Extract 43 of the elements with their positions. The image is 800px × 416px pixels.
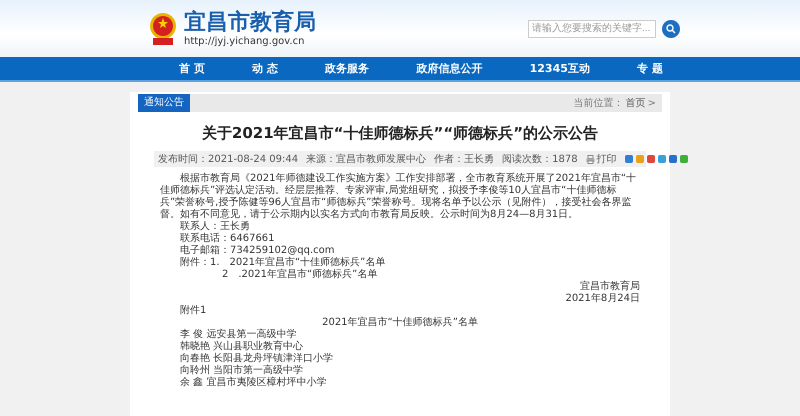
contact-line: 联系人：王长勇 xyxy=(179,221,251,232)
share-icon[interactable] xyxy=(680,155,688,163)
contact-line: 联系电话：6467661 xyxy=(179,233,276,244)
meta-text: 阅读次数：1878 xyxy=(502,152,578,166)
nav-item[interactable]: 首 页 xyxy=(175,59,209,78)
contact-line: 附件：1. 2021年宜昌市“十佳师德标兵”名单 xyxy=(179,257,386,268)
share-icon[interactable] xyxy=(646,155,655,163)
nav-item[interactable]: 12345互动 xyxy=(526,59,594,78)
nav-item[interactable]: 专 题 xyxy=(633,59,667,78)
breadcrumb-link[interactable]: 首页 xyxy=(626,96,646,110)
contact-line: 2 .2021年宜昌市“师德标兵”名单 xyxy=(221,269,378,281)
meta-text: 作者：王长勇 xyxy=(434,152,494,166)
name-line: 李 俊 远安县第一高级中学 xyxy=(179,329,298,340)
emblem-icon xyxy=(148,12,178,46)
name-line: 向春艳 长阳县龙舟坪镇津洋口小学 xyxy=(179,353,334,364)
print-link[interactable]: 打印 xyxy=(586,152,617,166)
meta-text: 发布时间：2021-08-24 09:44 xyxy=(158,152,298,166)
printer-icon xyxy=(586,154,595,164)
share-icon[interactable] xyxy=(624,155,633,163)
nav-item[interactable]: 政府信息公开 xyxy=(412,59,486,78)
search-field[interactable]: 请输入您要搜索的关键字... xyxy=(528,20,656,38)
signature-line: 2021年8月24日 xyxy=(564,293,640,305)
attachment-label: 附件1 xyxy=(179,305,208,317)
name-line: 向聆州 当阳市第一高级中学 xyxy=(179,365,304,376)
breadcrumb-separator: > xyxy=(648,98,656,108)
contact-line: 电子邮箱：734259102@qq.com xyxy=(179,245,336,256)
search-button[interactable] xyxy=(662,20,680,38)
share-icon[interactable] xyxy=(658,155,666,163)
site-url: http://jyj.yichang.gov.cn xyxy=(184,36,306,47)
article-title: 关于2021年宜昌市“十佳师德标兵”“师德标兵”的公示公告 xyxy=(200,124,600,143)
section-title: 通知公告 xyxy=(138,94,190,112)
name-line: 余 鑫 宜昌市夷陵区樟村坪中小学 xyxy=(179,377,328,389)
breadcrumb-label: 当前位置： xyxy=(574,96,624,110)
name-line: 韩晓艳 兴山县职业教育中心 xyxy=(179,341,304,352)
meta-text: 来源：宜昌市教师发展中心 xyxy=(306,152,426,166)
site-name: 宜昌市教育局 xyxy=(184,10,316,36)
nav-item[interactable]: 政务服务 xyxy=(321,59,374,78)
signature-line: 宜昌市教育局 xyxy=(579,281,640,293)
search-icon xyxy=(666,24,676,34)
body-paragraph: 根据市教育局《2021年师德建设工作实施方案》工作安排部署，全市教育系统开展了2021年宜昌市“十佳师德标兵”评选认定活动。经层层推荐、专家评审,局党组研究，拟授予李俊等10人宜昌市“十佳师德标兵”荣誉称号,授予陈健等96人宜昌市“师德标兵”荣誉称号。现将名单予以公示（见附件），接受社会各界监督。如有不同意见，请于公示期内以实名方式向市教育局反映。公示时间为8月24—8月31日。 xyxy=(160,173,638,220)
share-icon[interactable] xyxy=(668,155,677,163)
nav-item[interactable]: 动 态 xyxy=(248,59,282,78)
list-title: 2021年宜昌市“十佳师德标兵”名单 xyxy=(321,317,479,329)
